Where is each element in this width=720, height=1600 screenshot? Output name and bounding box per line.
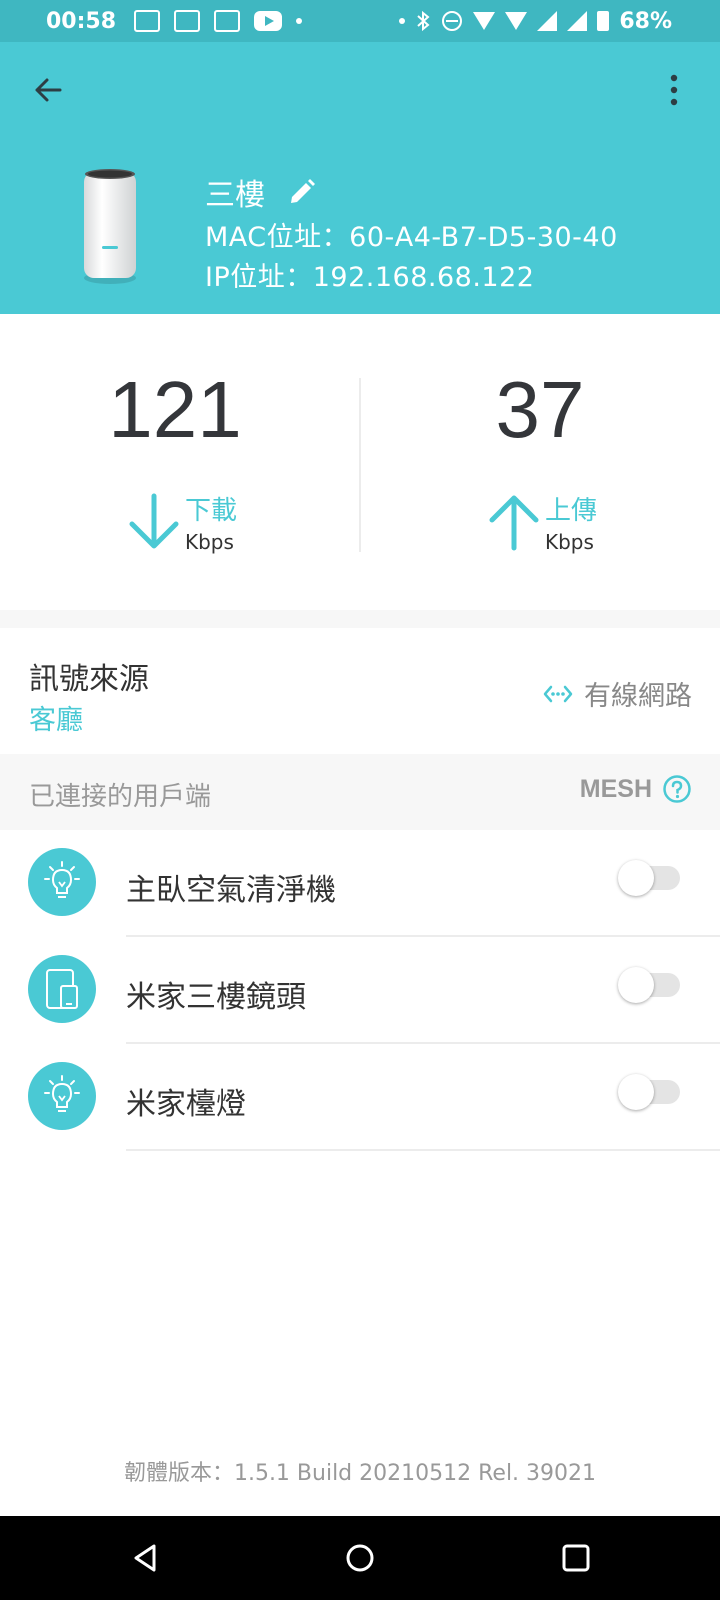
list-divider [126, 1149, 720, 1151]
device-header: 三樓 MAC位址：60-A4-B7-D5-30-40 IP位址：192.168.… [0, 42, 720, 314]
upload-arrow-icon [489, 495, 539, 551]
wifi-icon [473, 12, 496, 30]
status-time: 00:58 [46, 8, 117, 34]
client-toggle[interactable] [618, 967, 680, 1003]
toggle-knob [618, 860, 654, 896]
device-name: 三樓 [205, 178, 265, 213]
bulb-icon [44, 861, 80, 898]
client-avatar [28, 848, 96, 916]
device-icon [46, 969, 78, 1009]
dnd-icon [442, 11, 463, 31]
help-icon[interactable] [662, 774, 692, 804]
signal-source-value: 客廳 [29, 705, 83, 736]
signal-source-row[interactable]: 訊號來源 客廳 有線網路 [0, 628, 720, 754]
toggle-knob [618, 967, 654, 1003]
client-item[interactable]: 米家三樓鏡頭 [0, 937, 720, 1044]
client-toggle[interactable] [618, 860, 680, 896]
wired-connection-icon [543, 685, 573, 702]
client-name: 米家三樓鏡頭 [126, 980, 306, 1015]
download-arrow-icon [129, 493, 179, 549]
download-unit: Kbps [185, 530, 234, 554]
nav-home-icon[interactable] [340, 1538, 380, 1578]
battery-percent: 68% [619, 8, 672, 34]
client-name: 主臥空氣清淨機 [126, 873, 336, 908]
youtube-icon [254, 11, 283, 31]
connected-clients-header: 已連接的用戶端 MESH [0, 754, 720, 830]
client-item[interactable]: 米家檯燈 [0, 1044, 720, 1151]
more-options-icon[interactable] [662, 70, 686, 110]
connected-clients-title: 已連接的用戶端 [29, 782, 212, 812]
device-name-row: 三樓 [205, 170, 317, 214]
system-nav-bar [0, 1516, 720, 1600]
dot-icon [399, 18, 406, 24]
download-label: 下載 [185, 496, 238, 526]
client-name: 米家檯燈 [126, 1087, 246, 1122]
notification-icon [214, 10, 241, 32]
download-value: 121 [108, 365, 242, 454]
client-toggle[interactable] [618, 1074, 680, 1110]
signal-icon [567, 11, 588, 31]
battery-icon [597, 11, 610, 31]
connection-type: 有線網路 [542, 674, 692, 713]
device-ip-address: IP位址：192.168.68.122 [205, 262, 535, 293]
device-mac-address: MAC位址：60-A4-B7-D5-30-40 [205, 222, 618, 253]
upload-unit: Kbps [545, 530, 594, 554]
client-avatar [28, 1062, 96, 1130]
upload-label: 上傳 [545, 496, 598, 526]
edit-pencil-icon[interactable] [287, 177, 317, 207]
notification-icon [134, 10, 161, 32]
signal-source-title: 訊號來源 [29, 662, 149, 697]
signal-icon [537, 11, 558, 31]
nav-recents-icon[interactable] [556, 1538, 596, 1578]
wifi-icon [505, 12, 528, 30]
client-item[interactable]: 主臥空氣清淨機 [0, 830, 720, 937]
bulb-icon [44, 1075, 80, 1112]
notification-icon [174, 10, 201, 32]
upload-value: 37 [495, 365, 585, 454]
client-avatar [28, 955, 96, 1023]
client-list: 主臥空氣清淨機 米家三樓鏡頭 米家檯燈 [0, 830, 720, 1151]
toggle-knob [618, 1074, 654, 1110]
firmware-version: 韌體版本：1.5.1 Build 20210512 Rel. 39021 [123, 1461, 597, 1486]
mesh-label: MESH [579, 774, 652, 803]
download-speed: 121 下載 Kbps [0, 364, 360, 584]
nav-back-icon[interactable] [126, 1538, 166, 1578]
dot-icon [296, 18, 303, 24]
speed-panel: 121 下載 Kbps 37 上傳 Kbps [0, 314, 720, 610]
connection-type-label: 有線網路 [584, 681, 692, 712]
router-device-image [84, 169, 136, 284]
back-arrow-icon[interactable] [28, 70, 68, 110]
status-bar: 00:58 68% [0, 0, 720, 42]
upload-speed: 37 上傳 Kbps [360, 364, 720, 584]
bluetooth-icon [417, 10, 430, 32]
section-divider [0, 610, 720, 628]
mesh-help[interactable]: MESH [580, 774, 692, 804]
